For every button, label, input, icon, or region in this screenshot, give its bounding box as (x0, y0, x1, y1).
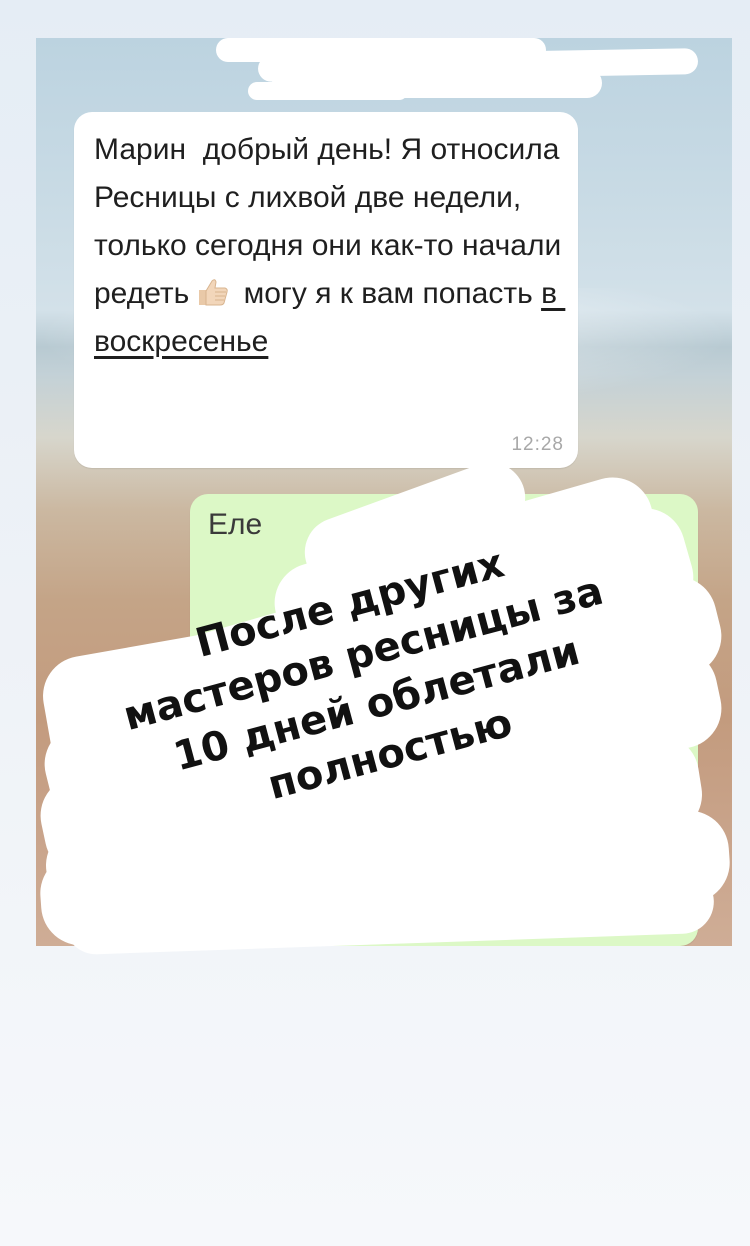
outgoing-text-fragment: у (668, 606, 682, 637)
redaction-scribble-top (248, 82, 408, 100)
outgoing-name-fragment: Еле (208, 508, 263, 541)
message-time: 12:28 (511, 434, 564, 455)
message-text-part2: могу я к вам попасть (235, 277, 542, 310)
outgoing-message-bubble[interactable]: Еле у (190, 494, 698, 946)
redaction-scribble-small (74, 412, 226, 466)
incoming-message-bubble[interactable]: Марин добрый день! Я относила Ресницы с … (74, 112, 578, 468)
double-check-icon (649, 667, 670, 681)
thumbs-up-icon (193, 274, 231, 306)
incoming-message-text: Марин добрый день! Я относила Ресницы с … (94, 126, 564, 366)
chat-screenshot: Марин добрый день! Я относила Ресницы с … (36, 38, 732, 946)
